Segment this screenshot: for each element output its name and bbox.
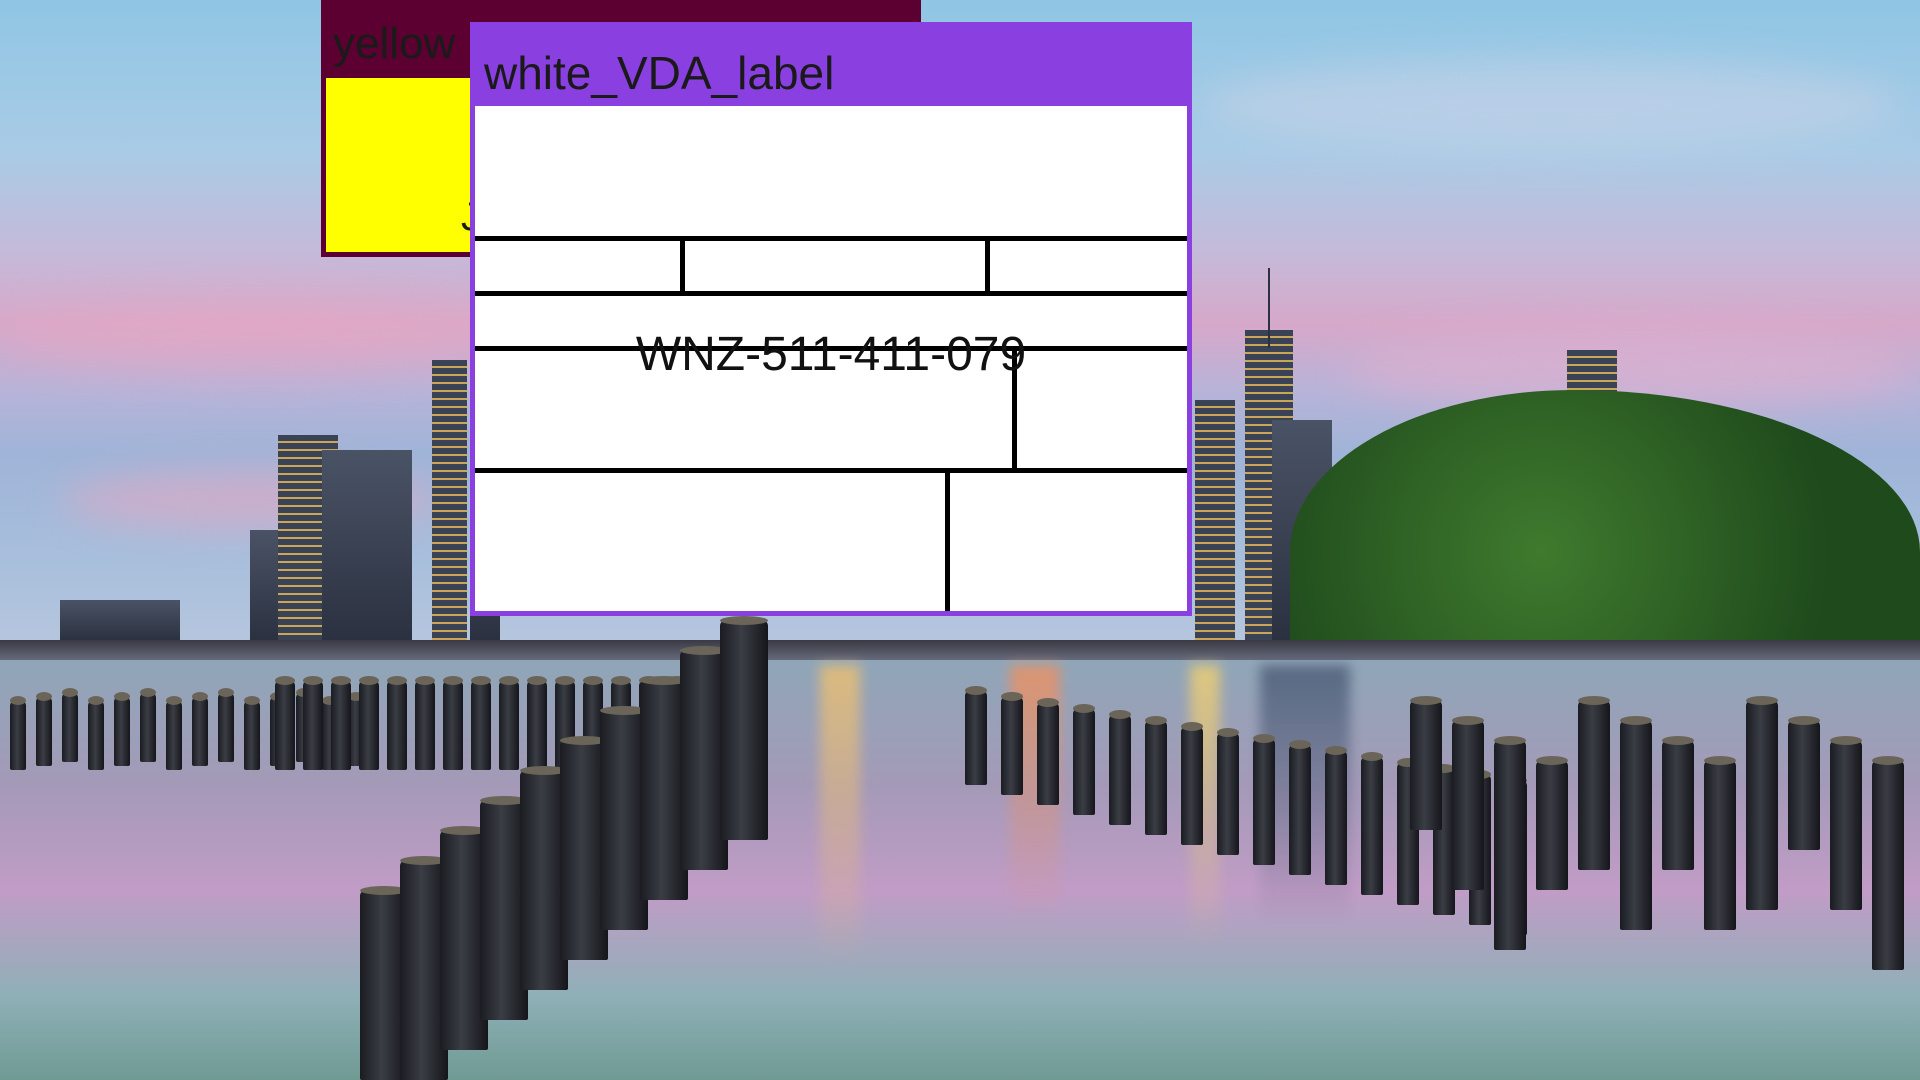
wallpaper-piling [88,696,104,770]
wallpaper-piling [965,686,987,785]
wallpaper-piling [275,676,295,770]
wallpaper-piling [471,676,491,770]
wallpaper-piling [1361,752,1383,895]
white-vda-label-titlebar[interactable]: white_VDA_label [470,22,1192,108]
wallpaper-piling [1181,722,1203,845]
vda-label-form: WNZ-511-411-079 [470,106,1192,616]
wallpaper-piling [1452,716,1484,890]
wallpaper-piling [1872,756,1904,970]
wallpaper-piling [1109,710,1131,825]
wallpaper-reflection [820,665,860,965]
wallpaper-piling [62,688,78,762]
wallpaper-piling [1073,704,1095,815]
wallpaper-piling [1217,728,1239,855]
wallpaper-spire [1268,268,1270,348]
wallpaper-piling [244,696,260,770]
wallpaper-piling [140,688,156,762]
white-vda-label-title: white_VDA_label [484,47,835,99]
label-grid-line [475,291,1187,296]
wallpaper-piling [36,692,52,766]
wallpaper-piling [192,692,208,766]
wallpaper-piling [166,696,182,770]
wallpaper-piling [1410,696,1442,830]
wallpaper-piling [114,692,130,766]
wallpaper-building [432,360,467,640]
wallpaper-piling [218,688,234,762]
wallpaper-piling [1578,696,1610,870]
wallpaper-piling [1001,692,1023,795]
wallpaper-piling [1704,756,1736,930]
wallpaper-piling [1494,736,1526,950]
wallpaper-piling [1145,716,1167,835]
wallpaper-piling [387,676,407,770]
wallpaper-piling [720,616,768,840]
wallpaper-shoreline [0,640,1920,662]
wallpaper-building [60,600,180,640]
wallpaper-piling [1620,716,1652,930]
wallpaper-piling [359,676,379,770]
label-grid-line [475,236,1187,241]
wallpaper-piling [1325,746,1347,885]
label-id-text: WNZ-511-411-079 [635,328,1027,381]
wallpaper-piling [527,676,547,770]
wallpaper-piling [1536,756,1568,890]
wallpaper-piling [415,676,435,770]
wallpaper-piling [10,696,26,770]
wallpaper-trees [1290,390,1920,660]
wallpaper-piling [1253,734,1275,865]
wallpaper-piling [303,676,323,770]
label-grid-line [680,236,685,294]
wallpaper-piling [1289,740,1311,875]
wallpaper-piling [1830,736,1862,910]
yellow-window-title: yellow [333,19,456,68]
wallpaper-building [1195,400,1235,640]
label-grid-line [475,468,1187,473]
wallpaper-piling [1746,696,1778,910]
wallpaper-piling [443,676,463,770]
white-vda-label-window[interactable]: white_VDA_label WNZ-511-411-079 [470,22,1192,616]
label-grid-line [945,468,950,611]
wallpaper-building [322,450,412,640]
label-grid-line [985,236,990,294]
wallpaper-piling [499,676,519,770]
wallpaper-piling [1037,698,1059,805]
wallpaper-piling [331,676,351,770]
wallpaper-piling [1662,736,1694,870]
wallpaper-cloud [1200,60,1900,150]
wallpaper-piling [1788,716,1820,850]
